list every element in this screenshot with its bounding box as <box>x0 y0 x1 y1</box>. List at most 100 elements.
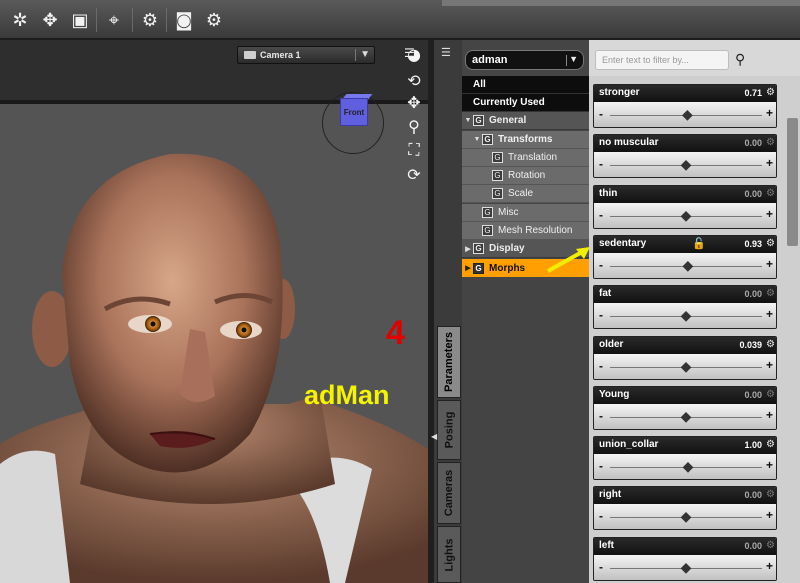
morph-slider-track-area[interactable]: - ◆ + <box>594 353 776 379</box>
slider-knob[interactable]: ◆ <box>678 308 694 324</box>
gear-icon[interactable]: ⚙ <box>766 389 775 400</box>
tab-posing[interactable]: Posing <box>437 400 461 460</box>
increment-button[interactable]: + <box>766 207 773 221</box>
tree-item-transforms[interactable]: ▼ G Transforms <box>462 131 589 149</box>
morph-slider-track-area[interactable]: - ◆ + <box>594 152 776 178</box>
tab-lights[interactable]: Lights <box>437 526 461 583</box>
morph-slider-track-area[interactable]: - ◆ + <box>594 454 776 480</box>
frame-icon[interactable]: ⛶ <box>402 140 426 160</box>
morph-slider-track-area[interactable]: - ◆ + <box>594 102 776 127</box>
gear-icon[interactable]: ⚙ <box>766 288 775 299</box>
decrement-button[interactable]: - <box>599 157 603 171</box>
morph-slider[interactable]: older 0.039 ⚙ - ◆ + <box>593 335 777 380</box>
morph-slider-track-area[interactable]: - ◆ + <box>594 554 776 580</box>
morph-slider-track-area[interactable]: - ◆ + <box>594 504 776 530</box>
tree-item-misc[interactable]: G Misc <box>462 204 589 222</box>
slider-knob[interactable]: ◆ <box>678 208 694 224</box>
gear-icon[interactable]: ⚙ <box>766 87 775 98</box>
select-tool-icon[interactable]: ⌖ <box>102 8 126 32</box>
morph-slider-track-area[interactable]: - ◆ + <box>594 252 776 278</box>
decrement-button[interactable]: - <box>599 359 603 373</box>
tree-item-mesh-resolution[interactable]: G Mesh Resolution <box>462 222 589 240</box>
expand-down-icon[interactable]: ▼ <box>472 136 482 143</box>
morph-value[interactable]: 0.00 <box>744 138 762 148</box>
tree-item-general[interactable]: ▼ G General <box>462 112 589 130</box>
expand-right-icon[interactable]: ▶ <box>463 245 473 253</box>
morph-value[interactable]: 0.00 <box>744 490 762 500</box>
node-filter-select[interactable]: adman ▼ <box>465 50 584 70</box>
morph-slider[interactable]: thin 0.00 ⚙ - ◆ + <box>593 184 777 229</box>
orbit-icon[interactable]: ⟲ <box>402 70 426 90</box>
slider-knob[interactable]: ◆ <box>679 107 695 123</box>
morph-slider[interactable]: right 0.00 ⚙ - ◆ + <box>593 486 777 531</box>
slider-knob[interactable]: ◆ <box>678 409 694 425</box>
gear-icon[interactable]: ⚙ <box>766 489 775 500</box>
morph-slider-track-area[interactable]: - ◆ + <box>594 202 776 228</box>
expand-right-icon[interactable]: ▶ <box>463 264 473 272</box>
search-icon[interactable]: ⚲ <box>735 51 753 69</box>
decrement-button[interactable]: - <box>599 409 603 423</box>
morph-slider-track-area[interactable]: - ◆ + <box>594 303 776 329</box>
gear-icon[interactable]: ⚙ <box>766 188 775 199</box>
3d-viewport[interactable]: Camera 1 ▼ ◕ ⟲ ✥ ⚲ ⛶ ⟳ ☰ Front 4 adMan <box>0 40 428 583</box>
morph-value[interactable]: 0.00 <box>744 289 762 299</box>
slider-knob[interactable]: ◆ <box>678 157 694 173</box>
morph-value[interactable]: 0.00 <box>744 390 762 400</box>
gear-icon[interactable]: ⚙ <box>766 238 775 249</box>
morph-slider[interactable]: no muscular 0.00 ⚙ - ◆ + <box>593 134 777 179</box>
scrollbar-thumb[interactable] <box>787 118 798 246</box>
morph-slider[interactable]: sedentary 🔓 0.93 ⚙ - ◆ + <box>593 234 777 279</box>
gear-icon[interactable]: ⚙ <box>766 439 775 450</box>
expand-down-icon[interactable]: ▼ <box>463 117 473 124</box>
morph-value[interactable]: 1.00 <box>744 440 762 450</box>
increment-button[interactable]: + <box>766 458 773 472</box>
decrement-button[interactable]: - <box>599 258 603 272</box>
decrement-button[interactable]: - <box>599 308 603 322</box>
increment-button[interactable]: + <box>766 156 773 170</box>
morph-value[interactable]: 0.039 <box>739 340 762 350</box>
decrement-button[interactable]: - <box>599 560 603 574</box>
morph-slider[interactable]: fat 0.00 ⚙ - ◆ + <box>593 285 777 330</box>
tab-cameras[interactable]: Cameras <box>437 462 461 524</box>
gear-icon[interactable]: ⚙ <box>766 137 775 148</box>
viewport-menu-icon[interactable]: ☰ <box>404 46 415 60</box>
tree-item-translation[interactable]: G Translation <box>462 149 589 167</box>
collapse-arrow-icon[interactable]: ◀ <box>431 432 437 441</box>
increment-button[interactable]: + <box>766 307 773 321</box>
decrement-button[interactable]: - <box>599 107 603 121</box>
tree-item-all[interactable]: All <box>462 76 589 94</box>
gear-icon[interactable]: ⚙ <box>766 339 775 350</box>
increment-button[interactable]: + <box>766 408 773 422</box>
tree-item-currently-used[interactable]: Currently Used <box>462 94 589 112</box>
filter-input[interactable]: Enter text to filter by... <box>595 50 729 70</box>
spot-render-icon[interactable]: ⚙ <box>202 8 226 32</box>
pan-icon[interactable]: ✥ <box>402 92 426 112</box>
slider-knob[interactable]: ◆ <box>680 459 696 475</box>
morph-value[interactable]: 0.93 <box>744 239 762 249</box>
camera-select[interactable]: Camera 1 ▼ <box>237 46 375 64</box>
decrement-button[interactable]: - <box>599 509 603 523</box>
render-settings-icon[interactable]: ⚙ <box>138 8 162 32</box>
morph-slider[interactable]: union_collar 1.00 ⚙ - ◆ + <box>593 436 777 481</box>
morph-slider[interactable]: left 0.00 ⚙ - ◆ + <box>593 536 777 581</box>
zoom-icon[interactable]: ⚲ <box>402 116 426 136</box>
morph-value[interactable]: 0.71 <box>744 88 762 98</box>
morph-slider-track-area[interactable]: - ◆ + <box>594 403 776 429</box>
morph-value[interactable]: 0.00 <box>744 189 762 199</box>
geometry-editor-icon[interactable]: ▣ <box>68 8 92 32</box>
slider-knob[interactable]: ◆ <box>680 258 696 274</box>
increment-button[interactable]: + <box>766 257 773 271</box>
node-transform-icon[interactable]: ✲ <box>8 8 32 32</box>
slider-knob[interactable]: ◆ <box>678 359 694 375</box>
view-cube[interactable]: Front <box>322 92 384 154</box>
tab-parameters[interactable]: Parameters <box>437 326 461 398</box>
increment-button[interactable]: + <box>766 106 773 120</box>
morph-value[interactable]: 0.00 <box>744 541 762 551</box>
decrement-button[interactable]: - <box>599 459 603 473</box>
increment-button[interactable]: + <box>766 508 773 522</box>
slider-knob[interactable]: ◆ <box>678 560 694 576</box>
tree-item-rotation[interactable]: G Rotation <box>462 167 589 185</box>
decrement-button[interactable]: - <box>599 208 603 222</box>
gear-icon[interactable]: ⚙ <box>766 540 775 551</box>
increment-button[interactable]: + <box>766 559 773 573</box>
